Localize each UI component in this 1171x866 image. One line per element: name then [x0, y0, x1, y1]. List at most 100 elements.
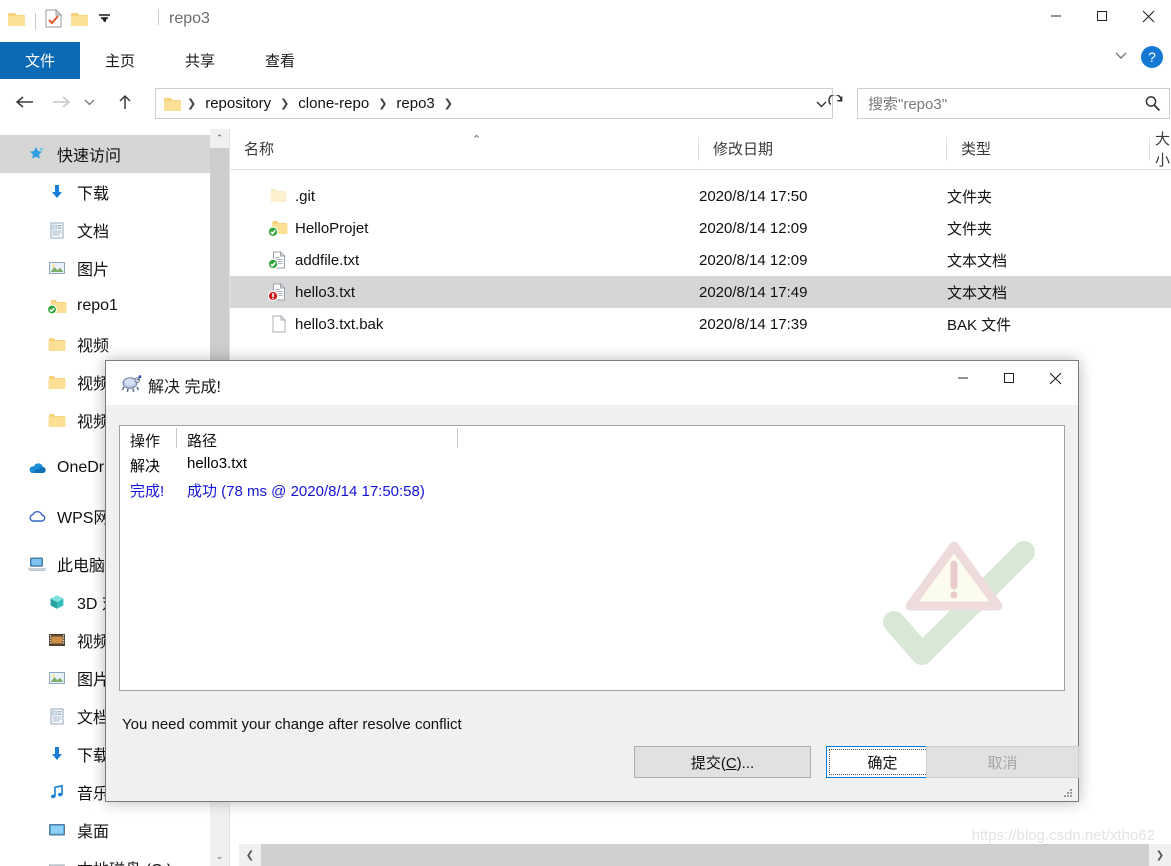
sidebar-item-label: repo1	[77, 297, 118, 314]
cancel-button: 取消	[926, 746, 1079, 778]
sidebar-item-label: 此电脑	[57, 558, 106, 575]
resize-grip-icon[interactable]	[1062, 786, 1074, 798]
table-row[interactable]: HelloProjet 2020/8/14 12:09 文件夹	[230, 212, 1171, 244]
pictures-icon	[46, 257, 68, 279]
column-header-type[interactable]: 类型	[947, 129, 1149, 168]
toolbar-separator	[35, 12, 36, 30]
search-icon[interactable]	[1135, 95, 1169, 112]
scroll-down-button[interactable]: ⌄	[210, 847, 229, 866]
folder-icon	[46, 371, 68, 393]
file-name: HelloProjet	[295, 219, 369, 237]
videos-icon	[46, 629, 68, 651]
tortoisegit-turtle-icon	[120, 373, 142, 393]
dialog-close-button[interactable]	[1032, 361, 1078, 395]
sidebar-item-18[interactable]: 本地磁盘 (C:)	[0, 849, 210, 866]
sidebar-item-3[interactable]: 图片📌	[0, 249, 210, 287]
sidebar-item-4[interactable]: repo1	[0, 287, 210, 325]
dialog-log-list[interactable]: 操作 路径 解决 hello3.txt 完成! 成功 (78 ms @ 2020…	[119, 425, 1065, 691]
sidebar-item-17[interactable]: 桌面	[0, 811, 210, 849]
commit-button[interactable]: 提交(C)...	[634, 746, 811, 778]
desktop-icon	[46, 819, 68, 841]
log-action: 解决	[130, 458, 161, 475]
tab-file[interactable]: 文件	[0, 42, 80, 79]
cancel-button-label: 取消	[987, 754, 1018, 772]
tab-share[interactable]: 共享	[160, 42, 240, 79]
folder-icon[interactable]	[8, 11, 26, 32]
log-action: 完成!	[130, 483, 165, 500]
file-date: 2020/8/14 17:49	[699, 283, 808, 301]
sidebar-item-5[interactable]: 视频	[0, 325, 210, 363]
documents-icon	[46, 219, 68, 241]
table-row[interactable]: hello3.txt 2020/8/14 17:49 文本文档	[230, 276, 1171, 308]
up-button[interactable]	[112, 89, 138, 115]
column-header-size[interactable]: 大小	[1150, 129, 1171, 169]
sidebar-item-2[interactable]: 文档📌	[0, 211, 210, 249]
file-name: hello3.txt	[295, 283, 356, 301]
sidebar-item-label: 文档	[77, 224, 110, 241]
documents-icon	[46, 705, 68, 727]
log-header-action: 操作	[130, 433, 161, 450]
file-type: 文本文档	[947, 284, 1008, 302]
scroll-left-button[interactable]: ❮	[239, 844, 261, 866]
maximize-button[interactable]	[1079, 0, 1125, 32]
text-git-conflict-icon	[268, 276, 288, 308]
3d-objects-icon	[46, 591, 68, 613]
properties-icon[interactable]	[45, 8, 63, 33]
scroll-up-button[interactable]: ⌃	[210, 129, 229, 148]
log-header-row: 操作 路径	[120, 428, 1064, 453]
log-path: hello3.txt	[187, 455, 248, 472]
breadcrumb-item-repository[interactable]: repository	[201, 93, 275, 114]
tab-view[interactable]: 查看	[240, 42, 320, 79]
text-git-ok-icon	[268, 244, 288, 276]
ribbon-collapse-icon[interactable]	[1113, 48, 1129, 66]
close-button[interactable]	[1125, 0, 1171, 32]
ok-button[interactable]: 确定	[826, 746, 939, 778]
table-row[interactable]: .git 2020/8/14 17:50 文件夹	[230, 180, 1171, 212]
column-header-name[interactable]: 名称	[230, 129, 698, 168]
resolve-dialog: 解决 完成! 操作 路径 解决 hello3.txt 完成! 成功 (78 ms…	[105, 360, 1079, 802]
breadcrumb-item-clone-repo[interactable]: clone-repo	[294, 93, 373, 114]
pictures-icon	[46, 667, 68, 689]
help-icon[interactable]: ?	[1141, 46, 1163, 68]
tab-share-label: 共享	[184, 53, 215, 70]
breadcrumb-chevron-icon[interactable]: ❯	[439, 97, 458, 110]
log-row[interactable]: 解决 hello3.txt	[120, 453, 1064, 478]
search-box[interactable]: 搜索"repo3"	[857, 88, 1170, 119]
sidebar-item-0[interactable]: 快速访问	[0, 135, 210, 173]
table-row[interactable]: hello3.txt.bak 2020/8/14 17:39 BAK 文件	[230, 308, 1171, 340]
chevron-down-icon[interactable]	[98, 12, 111, 30]
search-input[interactable]: 搜索"repo3"	[858, 93, 1135, 114]
horizontal-scrollbar[interactable]: ❮ ❯	[239, 844, 1171, 866]
refresh-button[interactable]	[824, 90, 848, 115]
log-row[interactable]: 完成! 成功 (78 ms @ 2020/8/14 17:50:58)	[120, 478, 1064, 503]
file-date: 2020/8/14 17:50	[699, 187, 808, 205]
breadcrumb-chevron-icon[interactable]: ❯	[373, 97, 392, 110]
address-bar[interactable]: ❯ repository ❯ clone-repo ❯ repo3 ❯	[155, 88, 833, 119]
tab-home[interactable]: 主页	[80, 42, 160, 79]
folder-hidden-icon	[268, 180, 288, 212]
dialog-minimize-button[interactable]	[940, 361, 986, 395]
breadcrumb-chevron-icon[interactable]: ❯	[182, 97, 201, 110]
sidebar-item-1[interactable]: 下载📌	[0, 173, 210, 211]
dialog-maximize-button[interactable]	[986, 361, 1032, 395]
ribbon-tab-bar: 文件 主页 共享 查看 ?	[0, 42, 1171, 80]
wps-cloud-icon	[26, 505, 48, 527]
file-date: 2020/8/14 12:09	[699, 219, 808, 237]
quick-access-toolbar	[8, 7, 111, 35]
folder-git-ok-icon	[268, 212, 288, 244]
column-header-date[interactable]: 修改日期	[699, 129, 946, 168]
minimize-button[interactable]	[1033, 0, 1079, 32]
breadcrumb-chevron-icon[interactable]: ❯	[275, 97, 294, 110]
new-folder-icon[interactable]	[71, 11, 89, 32]
breadcrumb-item-repo3[interactable]: repo3	[392, 93, 438, 114]
file-name: hello3.txt.bak	[295, 315, 384, 333]
table-row[interactable]: addfile.txt 2020/8/14 12:09 文本文档	[230, 244, 1171, 276]
file-type: 文件夹	[947, 188, 993, 206]
back-button[interactable]	[12, 89, 38, 115]
forward-button[interactable]	[48, 89, 74, 115]
drive-icon	[46, 857, 68, 866]
recent-locations-button[interactable]	[80, 89, 98, 115]
star-pin-icon	[26, 143, 48, 165]
scroll-right-button[interactable]: ❯	[1149, 844, 1171, 866]
sidebar-item-label: 下载	[77, 186, 110, 203]
